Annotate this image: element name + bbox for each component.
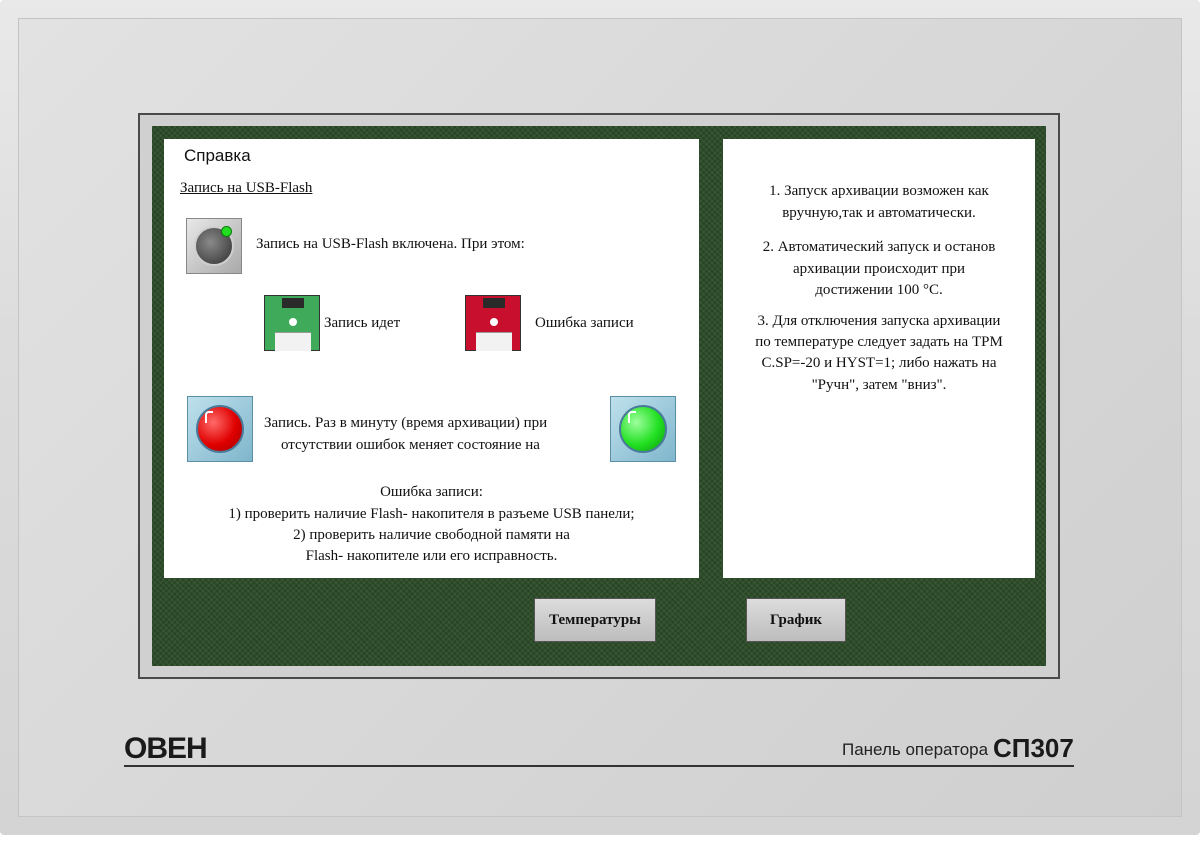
model-code: СП307 [993,733,1074,763]
switch-led-indicator [221,226,232,237]
page-title: Справка [184,146,251,165]
green-lamp-bulb [619,405,667,453]
note-3-line1: 3. Для отключения запуска архивации [757,313,1001,329]
footer-strip [0,835,1200,842]
floppy-label-area [476,332,512,351]
lamp-text-line1: Запись. Раз в минуту (время архивации) п… [264,415,548,431]
error-label: Ошибка записи [535,315,634,331]
floppy-error-icon [465,295,521,351]
recording-label: Запись идет [324,315,401,331]
lamp-text-line2: отсутствии ошибок меняет состояние на [281,437,540,453]
red-lamp-icon [187,396,253,462]
lamp-glint [628,411,636,423]
floppy-hub [490,318,498,326]
note-3-line2: по температуре следует задать на ТРМ [755,334,1003,350]
note-1-line2: вручную,так и автоматически. [782,205,976,221]
error-block-line3: 2) проверить наличие свободной памяти на [293,527,570,543]
floppy-ok-icon [264,295,320,351]
error-block-line1: Ошибка записи: [380,484,483,500]
usb-enabled-text: Запись на USB-Flash включена. При этом: [256,236,525,252]
green-lamp-icon [610,396,676,462]
bottom-divider [124,765,1074,767]
brand-logo: ОВЕН [124,732,208,765]
note-2-line1: 2. Автоматический запуск и останов [762,239,996,255]
floppy-hub [289,318,297,326]
temperatures-button[interactable]: Температуры [534,598,656,642]
floppy-label-area [275,332,311,351]
panel-label: Панель оператора [842,740,989,759]
floppy-shutter [483,298,505,308]
graph-button[interactable]: График [746,598,846,642]
section-subtitle: Запись на USB-Flash [180,180,313,196]
note-3-line3: С.SP=-20 и HYST=1; либо нажать на [761,355,997,371]
note-1-line1: 1. Запуск архивации возможен как [769,183,989,199]
note-3-line4: "Ручн", затем "вниз". [811,377,947,393]
error-block-line2: 1) проверить наличие Flash- накопителя в… [228,506,635,522]
usb-record-switch-icon [186,218,242,274]
floppy-shutter [282,298,304,308]
lamp-glint [205,411,213,423]
red-lamp-bulb [196,405,244,453]
note-2-line2: архивации происходит при [792,261,966,277]
note-2-line3: достижении 100 °С. [815,282,943,298]
error-block-line4: Flash- накопителе или его исправность. [305,548,558,564]
